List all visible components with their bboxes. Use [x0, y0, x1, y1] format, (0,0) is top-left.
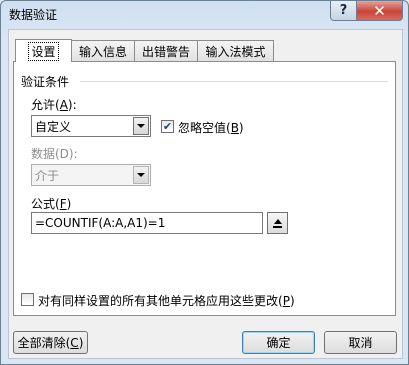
clear-all-button[interactable]: 全部清除(C)	[13, 331, 88, 354]
ignore-blank-checkbox[interactable]: ✔	[161, 120, 174, 133]
data-validation-dialog: 数据验证 ? ✕ 设置 输入信息 出错警告 输入法模式 验证条件 允许(A):	[0, 0, 409, 365]
tab-input-message[interactable]: 输入信息	[71, 40, 135, 61]
validation-criteria-heading: 验证条件	[21, 75, 70, 89]
close-icon: ✕	[373, 1, 386, 20]
ok-button[interactable]: 确定	[242, 331, 315, 354]
allow-select-value: 自定义	[35, 119, 72, 134]
window-title: 数据验证	[9, 8, 58, 22]
allow-label: 允许(A):	[31, 98, 77, 112]
data-label: 数据(D):	[31, 147, 78, 161]
settings-panel: 验证条件 允许(A): 自定义 ✔ 忽略空值(B) 数据(D): 介于 公式(F…	[13, 61, 396, 316]
formula-input[interactable]: =COUNTIF(A:A,A1)=1	[31, 212, 263, 234]
data-dropdown-button	[133, 166, 149, 184]
tab-error-alert-label: 出错警告	[141, 44, 190, 59]
data-select-value: 介于	[35, 168, 60, 183]
ignore-blank-label[interactable]: 忽略空值(B)	[178, 119, 244, 136]
help-button[interactable]: ?	[330, 1, 357, 21]
cancel-button[interactable]: 取消	[324, 331, 397, 354]
tab-ime-mode[interactable]: 输入法模式	[197, 40, 274, 61]
apply-all-label[interactable]: 对有同样设置的所有其他单元格应用这些更改(P)	[38, 292, 295, 309]
formula-label: 公式(F)	[31, 197, 72, 211]
allow-select[interactable]: 自定义	[31, 115, 151, 137]
section-divider	[80, 81, 388, 82]
collapse-icon	[273, 218, 282, 224]
tab-input-message-label: 输入信息	[78, 44, 127, 59]
tab-strip: 设置 输入信息 出错警告 输入法模式	[15, 39, 274, 62]
checkmark-icon: ✔	[162, 120, 173, 133]
collapse-dialog-button[interactable]	[267, 212, 288, 234]
close-button[interactable]: ✕	[356, 1, 403, 21]
tab-settings-label: 设置	[28, 41, 59, 61]
chevron-down-icon	[137, 173, 145, 177]
data-select: 介于	[31, 164, 151, 186]
chevron-down-icon	[137, 124, 145, 128]
dialog-body: 设置 输入信息 出错警告 输入法模式 验证条件 允许(A): 自定义 ✔ 忽略空…	[8, 29, 403, 359]
tab-error-alert[interactable]: 出错警告	[134, 40, 198, 61]
help-icon: ?	[339, 3, 348, 18]
apply-all-checkbox[interactable]	[21, 293, 34, 306]
allow-dropdown-button[interactable]	[133, 117, 149, 135]
tab-settings[interactable]: 设置	[15, 39, 72, 62]
tab-ime-mode-label: 输入法模式	[205, 44, 266, 59]
